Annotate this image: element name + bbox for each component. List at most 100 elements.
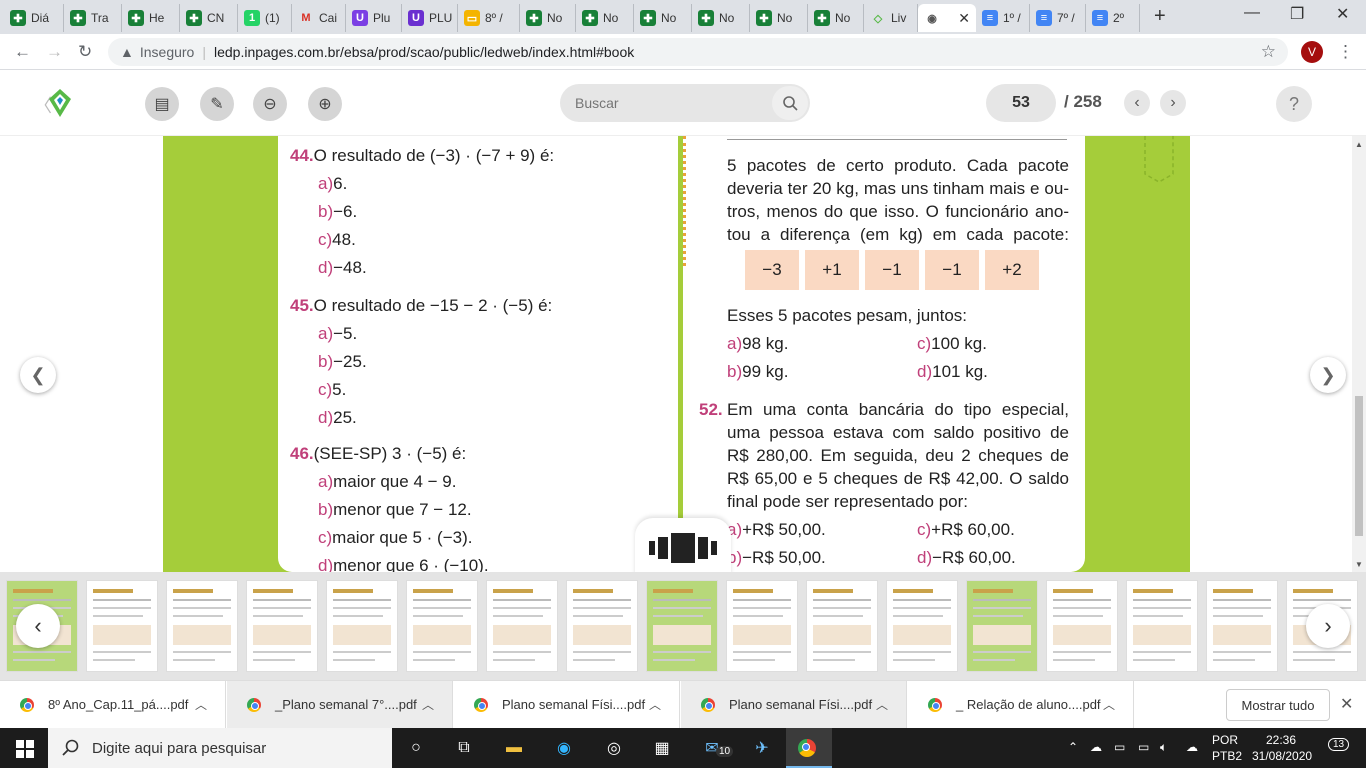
zoom-in-icon[interactable]: ⊕ xyxy=(308,87,342,121)
onedrive-icon[interactable]: ☁ xyxy=(1186,740,1198,754)
page-thumbnail[interactable] xyxy=(246,580,318,672)
download-item[interactable]: Plano semanal Físi....pdf ︿ xyxy=(681,681,907,728)
maximize-icon[interactable]: ❐ xyxy=(1290,4,1304,24)
page-thumbnail[interactable] xyxy=(1046,580,1118,672)
battery-icon[interactable]: ▭ xyxy=(1138,740,1149,754)
forward-icon[interactable]: → xyxy=(46,42,63,62)
url-text[interactable]: ledp.inpages.com.br/ebsa/prod/scao/publi… xyxy=(214,44,634,60)
prev-spread-icon[interactable]: ❮ xyxy=(20,357,56,393)
windows-start-icon[interactable] xyxy=(16,740,34,758)
answer-option[interactable]: b)99 kg. xyxy=(727,362,788,382)
answer-option[interactable]: c)100 kg. xyxy=(917,334,987,354)
answer-option[interactable]: d)−48. xyxy=(318,258,367,278)
page-thumbnail[interactable] xyxy=(886,580,958,672)
answer-option[interactable]: c)5. xyxy=(318,380,346,400)
show-all-downloads-button[interactable]: Mostrar tudo xyxy=(1226,689,1330,721)
bookmark-star-icon[interactable]: ☆ xyxy=(1261,42,1276,62)
page-thumbnail[interactable] xyxy=(326,580,398,672)
close-tab-icon[interactable]: ✕ xyxy=(958,10,970,27)
page-thumbnail[interactable] xyxy=(1206,580,1278,672)
answer-option[interactable]: d)menor que 6 · (−10). xyxy=(318,556,489,572)
volume-icon[interactable]: 🔈︎ xyxy=(1160,740,1167,755)
task-view-icon[interactable]: ⧉ xyxy=(452,736,476,760)
bookmark-ribbon-icon[interactable] xyxy=(1143,136,1175,184)
library-icon[interactable]: ▤ xyxy=(145,87,179,121)
close-downloads-icon[interactable]: ✕ xyxy=(1340,694,1353,714)
browser-tab[interactable]: M Cai xyxy=(292,4,346,32)
answer-option[interactable]: a)6. xyxy=(318,174,347,194)
browser-tab[interactable]: U Plu xyxy=(346,4,402,32)
browser-tab[interactable]: ◉ ✕ xyxy=(918,4,976,32)
lang-top[interactable]: POR xyxy=(1212,733,1238,747)
chevron-up-icon[interactable]: ︿ xyxy=(649,696,661,713)
chevron-up-icon[interactable]: ︿ xyxy=(195,696,207,713)
browser-tab[interactable]: U PLU xyxy=(402,4,458,32)
page-thumbnail[interactable] xyxy=(1126,580,1198,672)
page-thumbnail[interactable] xyxy=(406,580,478,672)
close-window-icon[interactable]: ✕ xyxy=(1336,4,1349,24)
page-thumbnail[interactable] xyxy=(806,580,878,672)
download-item[interactable]: _Plano semanal 7°....pdf ︿ xyxy=(227,681,453,728)
browser-tab[interactable]: ✚ CN xyxy=(180,4,238,32)
browser-tab[interactable]: ✚ No xyxy=(808,4,864,32)
answer-option[interactable]: a)+R$ 50,00. xyxy=(727,520,826,540)
answer-option[interactable]: b)−6. xyxy=(318,202,357,222)
browser-tab[interactable]: ✚ Tra xyxy=(64,4,122,32)
cortana-icon[interactable]: ○ xyxy=(404,736,428,760)
send-icon[interactable]: ✈ xyxy=(750,736,774,760)
answer-option[interactable]: b)−R$ 50,00. xyxy=(727,548,826,568)
browser-tab[interactable]: 1 (1) xyxy=(238,4,292,32)
new-tab-icon[interactable]: + xyxy=(1154,5,1166,28)
answer-option[interactable]: c)+R$ 60,00. xyxy=(917,520,1015,540)
browser-tab[interactable]: ✚ No xyxy=(520,4,576,32)
next-spread-icon[interactable]: ❯ xyxy=(1310,357,1346,393)
browser-tab[interactable]: ✚ No xyxy=(692,4,750,32)
answer-option[interactable]: b)menor que 7 − 12. xyxy=(318,500,472,520)
browser-tab[interactable]: ✚ No xyxy=(634,4,692,32)
scroll-down-icon[interactable]: ▼ xyxy=(1355,560,1363,569)
file-explorer-icon[interactable]: ▬ xyxy=(502,736,526,760)
notification-count[interactable]: 13 xyxy=(1328,738,1350,751)
search-button[interactable] xyxy=(772,86,808,120)
omnibox[interactable]: ▲ Inseguro | ledp.inpages.com.br/ebsa/pr… xyxy=(108,38,1288,66)
viewer-scrollbar[interactable]: ▲ ▼ xyxy=(1352,136,1366,572)
tray-chevron-icon[interactable]: ⌃ xyxy=(1068,740,1078,754)
chevron-up-icon[interactable]: ︿ xyxy=(876,696,888,713)
prev-page-icon[interactable]: ‹ xyxy=(1124,90,1150,116)
browser-tab[interactable]: ✚ No xyxy=(576,4,634,32)
next-page-icon[interactable]: › xyxy=(1160,90,1186,116)
answer-option[interactable]: c)maior que 5 · (−3). xyxy=(318,528,472,548)
answer-option[interactable]: d)101 kg. xyxy=(917,362,988,382)
scroll-up-icon[interactable]: ▲ xyxy=(1355,140,1363,149)
page-thumbnail[interactable] xyxy=(726,580,798,672)
page-thumbnail[interactable] xyxy=(646,580,718,672)
page-thumbnail[interactable] xyxy=(486,580,558,672)
answer-option[interactable]: b)−25. xyxy=(318,352,367,372)
profile-avatar[interactable]: V xyxy=(1301,41,1323,63)
browser-tab[interactable]: ≡ 7º / xyxy=(1030,4,1086,32)
browser-tab[interactable]: ◇ Liv xyxy=(864,4,918,32)
answer-option[interactable]: a)maior que 4 − 9. xyxy=(318,472,456,492)
browser-tab[interactable]: ✚ He xyxy=(122,4,180,32)
wrench-icon[interactable]: ✎ xyxy=(200,87,234,121)
current-page-input[interactable]: 53 xyxy=(986,84,1056,122)
network-icon[interactable]: ▭ xyxy=(1114,740,1125,754)
page-thumbnail[interactable] xyxy=(966,580,1038,672)
clock-date[interactable]: 31/08/2020 xyxy=(1252,749,1312,763)
thumbs-prev-icon[interactable]: ‹ xyxy=(16,604,60,648)
thumbs-next-icon[interactable]: › xyxy=(1306,604,1350,648)
browser-tab[interactable]: ≡ 1º / xyxy=(976,4,1030,32)
obs-icon[interactable]: ◎ xyxy=(602,736,626,760)
page-thumbnail[interactable] xyxy=(166,580,238,672)
help-icon[interactable]: ? xyxy=(1276,86,1312,122)
zoom-out-icon[interactable]: ⊖ xyxy=(253,87,287,121)
chevron-up-icon[interactable]: ︿ xyxy=(1103,696,1115,713)
book-search-input[interactable] xyxy=(575,95,765,111)
clock-time[interactable]: 22:36 xyxy=(1266,733,1296,747)
browser-tab[interactable]: ▭ 8º / xyxy=(458,4,520,32)
page-thumbnail[interactable] xyxy=(86,580,158,672)
answer-option[interactable]: d)−R$ 60,00. xyxy=(917,548,1016,568)
warning-icon[interactable]: ▲ xyxy=(120,44,134,60)
minimize-icon[interactable]: — xyxy=(1244,4,1260,22)
browser-menu-icon[interactable]: ⋮ xyxy=(1337,42,1354,62)
